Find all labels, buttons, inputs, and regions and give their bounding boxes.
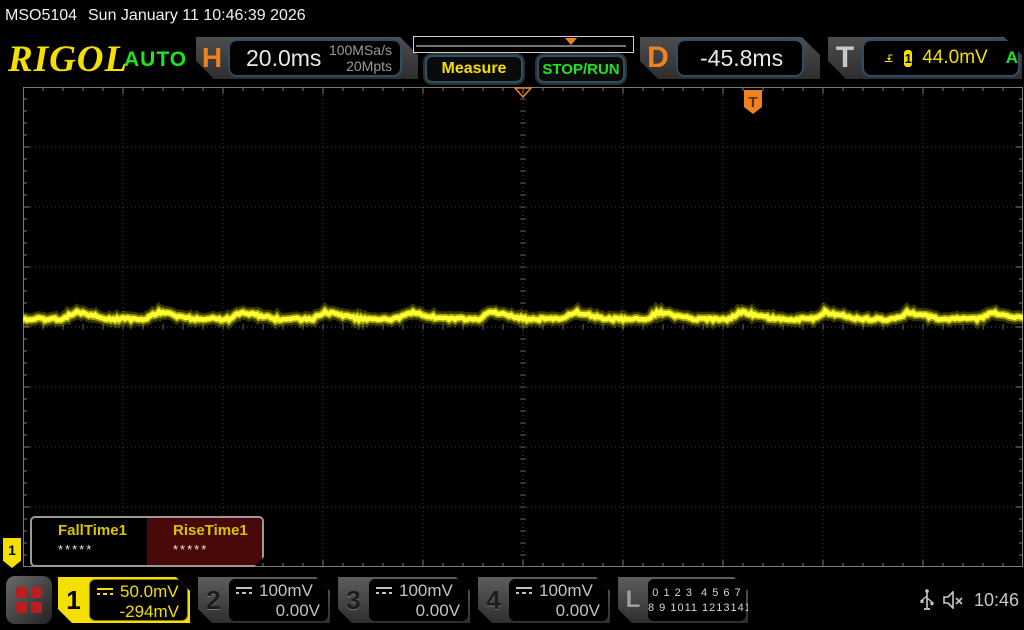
trigger-source-badge: 1 — [904, 50, 912, 67]
channel-offset: -294mV — [96, 602, 179, 622]
measurement-value: ***** — [58, 542, 147, 557]
channel-number: 3 — [338, 577, 369, 623]
waveform-display-grid: T — [23, 87, 1023, 567]
preview-zigzag — [414, 37, 631, 50]
rigol-logo: RIGOL — [8, 38, 128, 81]
channel-scale: 100mV — [399, 581, 453, 601]
status-icons: 10:46 — [920, 585, 1020, 615]
delay-value: -45.8ms — [700, 45, 783, 72]
channel-scale: 50.0mV — [120, 582, 179, 602]
dc-coupling-icon — [375, 586, 393, 596]
channel-scale: 100mV — [539, 581, 593, 601]
usb-icon — [920, 588, 934, 612]
channel-scale: 100mV — [259, 581, 313, 601]
channel1-position-marker[interactable]: 1 — [3, 538, 21, 568]
channel-1-block[interactable]: 1 50.0mV -294mV — [58, 577, 190, 623]
logic-row-0-7: 0 1 2 3 4 5 6 7 — [648, 587, 746, 599]
measurement-label: RiseTime1 — [173, 522, 262, 539]
dc-coupling-icon — [235, 586, 253, 596]
measurement-label: FallTime1 — [58, 522, 147, 539]
channel-offset: 0.00V — [235, 601, 320, 621]
clock-label: 10:46 — [974, 590, 1019, 611]
timebase-value: 20.0ms — [246, 45, 329, 72]
dc-coupling-icon — [515, 586, 533, 596]
channel-number: 2 — [198, 577, 229, 623]
measure-button[interactable]: Measure — [425, 55, 523, 83]
dc-coupling-icon — [96, 587, 114, 597]
channel-number: 1 — [58, 577, 89, 623]
delay-tab-label: D — [640, 37, 676, 79]
trigger-panel[interactable]: T 1 44.0mV A — [828, 37, 1022, 79]
menu-grid-icon — [16, 587, 42, 613]
trigger-tab-label: T — [828, 37, 862, 79]
logic-channels-block[interactable]: L 0 1 2 3 4 5 6 7 8 9 1011 12131415 — [618, 577, 748, 623]
model-label: MSO5104 — [5, 7, 77, 25]
horizontal-tab-label: H — [196, 37, 228, 79]
channel-number: 4 — [478, 577, 509, 623]
delay-panel[interactable]: D -45.8ms — [640, 37, 820, 79]
logic-tab-label: L — [618, 577, 648, 623]
measurement-falltime-cell[interactable]: FallTime1 ***** — [32, 518, 147, 565]
measurement-value: ***** — [173, 542, 262, 557]
svg-text:T: T — [748, 94, 757, 111]
waveform-preview-strip[interactable] — [413, 36, 634, 53]
channel-offset: 0.00V — [515, 601, 600, 621]
acquire-status-label: AUTO — [124, 48, 187, 72]
horizontal-panel[interactable]: H 20.0ms 100MSa/s 20Mpts — [196, 37, 418, 79]
measurement-risetime-cell[interactable]: RiseTime1 ***** — [147, 518, 262, 565]
datetime-label: Sun January 11 10:46:39 2026 — [88, 7, 306, 25]
channel-2-block[interactable]: 2 100mV 0.00V — [198, 577, 330, 623]
trigger-status-label: A — [1006, 48, 1018, 68]
sample-rate-value: 100MSa/s — [329, 42, 392, 58]
top-status-bar: MSO5104 Sun January 11 10:46:39 2026 — [0, 0, 1024, 32]
logic-row-8-15: 8 9 1011 12131415 — [648, 602, 746, 614]
trigger-level-value: 44.0mV — [922, 47, 987, 69]
speaker-muted-icon[interactable] — [943, 591, 965, 609]
sample-rate-group: 100MSa/s 20Mpts — [329, 42, 392, 74]
channel-offset: 0.00V — [375, 601, 460, 621]
trigger-edge-icon — [884, 48, 894, 68]
channel-3-block[interactable]: 3 100mV 0.00V — [338, 577, 470, 623]
memory-depth-value: 20Mpts — [329, 58, 392, 74]
channel-4-block[interactable]: 4 100mV 0.00V — [478, 577, 610, 623]
main-menu-button[interactable] — [6, 576, 52, 624]
stop-run-button[interactable]: STOP/RUN — [537, 55, 625, 83]
measurement-results-box[interactable]: FallTime1 ***** RiseTime1 ***** — [30, 516, 264, 567]
